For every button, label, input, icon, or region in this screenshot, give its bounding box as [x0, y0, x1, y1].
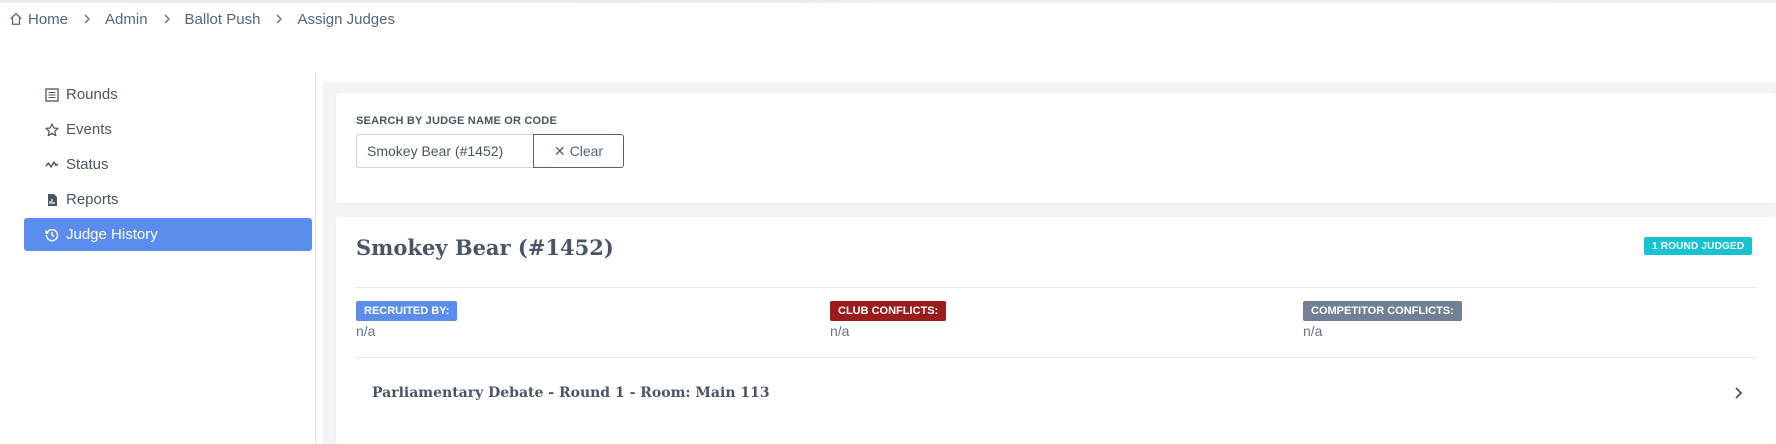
- judge-name: Smokey Bear (#1452): [356, 235, 614, 260]
- divider: [356, 357, 1756, 358]
- judge-search-input[interactable]: [356, 134, 534, 168]
- sidebar-item-label: Events: [66, 121, 112, 138]
- pulse-icon: [45, 160, 59, 168]
- sidebar-item-label: Reports: [66, 191, 119, 208]
- club-conflicts-badge: CLUB CONFLICTS:: [830, 301, 947, 321]
- breadcrumb-home-label: Home: [28, 10, 69, 28]
- breadcrumb-ballot-push[interactable]: Ballot Push: [185, 11, 261, 28]
- top-strip: [0, 0, 1776, 3]
- competitor-conflicts-value: n/a: [1303, 323, 1323, 339]
- list-icon: [45, 87, 59, 102]
- sidebar-item-label: Status: [66, 156, 109, 173]
- recruited-by-value: n/a: [356, 323, 376, 339]
- clear-button[interactable]: ✕ Clear: [533, 134, 624, 168]
- competitor-conflicts-badge: COMPETITOR CONFLICTS:: [1303, 301, 1462, 321]
- chevron-right-icon[interactable]: [1731, 386, 1745, 400]
- rounds-judged-badge: 1 ROUND JUDGED: [1644, 237, 1753, 255]
- chevron-right-icon: [274, 14, 284, 24]
- sidebar-item-rounds[interactable]: Rounds: [24, 78, 312, 111]
- breadcrumb-home[interactable]: Home: [9, 11, 68, 28]
- search-card: SEARCH BY JUDGE NAME OR CODE ✕ Clear: [336, 93, 1776, 203]
- history-icon: [45, 228, 59, 241]
- search-label: SEARCH BY JUDGE NAME OR CODE: [356, 115, 557, 127]
- breadcrumb-admin[interactable]: Admin: [105, 11, 148, 28]
- judge-card: Smokey Bear (#1452) 1 ROUND JUDGED RECRU…: [336, 217, 1776, 444]
- competitor-conflicts-section: COMPETITOR CONFLICTS: n/a: [1303, 301, 1462, 339]
- breadcrumb-assign-judges[interactable]: Assign Judges: [297, 11, 395, 28]
- sidebar-item-label: Rounds: [66, 86, 118, 103]
- sidebar-item-label: Judge History: [66, 226, 158, 243]
- breadcrumb: Home Admin Ballot Push Assign Judges: [9, 8, 395, 30]
- home-icon: [10, 13, 22, 25]
- close-icon: ✕: [553, 142, 566, 159]
- sidebar-item-events[interactable]: Events: [24, 113, 312, 146]
- clear-button-label: Clear: [569, 143, 604, 159]
- recruited-by-badge: RECRUITED BY:: [356, 301, 458, 321]
- chevron-right-icon: [82, 14, 92, 24]
- round-list-item[interactable]: Parliamentary Debate - Round 1 - Room: M…: [372, 385, 770, 401]
- sidebar: Rounds Events Status Reports Judge Histo…: [24, 78, 312, 253]
- chevron-right-icon: [162, 14, 172, 24]
- sidebar-divider: [315, 72, 316, 444]
- club-conflicts-value: n/a: [830, 323, 850, 339]
- sidebar-item-status[interactable]: Status: [24, 148, 312, 181]
- recruited-by-section: RECRUITED BY: n/a: [356, 301, 458, 339]
- star-icon: [45, 122, 59, 136]
- report-icon: [48, 193, 57, 206]
- sidebar-item-reports[interactable]: Reports: [24, 183, 312, 216]
- club-conflicts-section: CLUB CONFLICTS: n/a: [830, 301, 947, 339]
- sidebar-item-judge-history[interactable]: Judge History: [24, 218, 312, 251]
- divider: [356, 287, 1756, 288]
